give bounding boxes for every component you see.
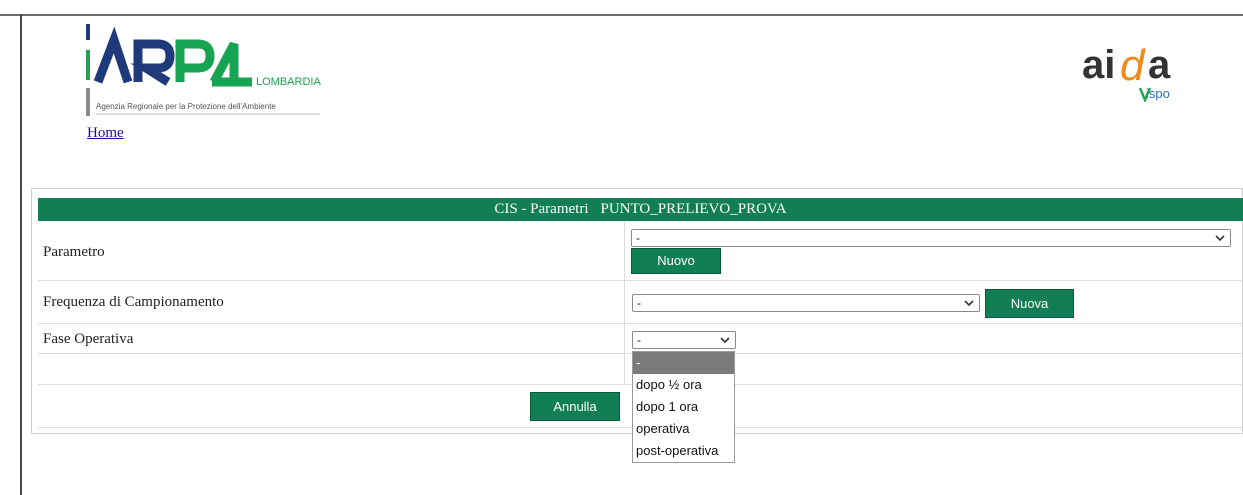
window-top-edge <box>0 0 1243 16</box>
parametro-label: Parametro <box>43 244 105 260</box>
dropdown-option[interactable]: dopo 1 ora <box>633 396 734 418</box>
arpa-region-text: LOMBARDIA <box>256 76 321 88</box>
row-divider <box>38 280 1243 281</box>
svg-text:d: d <box>1120 41 1146 90</box>
window-left-edge <box>20 14 22 495</box>
panel-header: CIS - Parametri PUNTO_PRELIEVO_PROVA <box>38 198 1243 221</box>
chevron-down-icon <box>1215 235 1225 242</box>
dropdown-option[interactable]: dopo ½ ora <box>633 374 734 396</box>
parametro-select[interactable]: - <box>631 229 1231 247</box>
row-divider <box>38 323 1243 324</box>
parametro-select-value: - <box>636 231 640 245</box>
annulla-button[interactable]: Annulla <box>530 392 620 421</box>
dropdown-option[interactable]: operativa <box>633 418 734 440</box>
panel-title-prefix: CIS - Parametri <box>494 201 589 217</box>
chevron-down-icon <box>720 337 730 344</box>
fase-select-value: - <box>637 333 641 347</box>
nuovo-parametro-button[interactable]: Nuovo <box>631 248 721 274</box>
chevron-down-icon <box>964 300 974 307</box>
aida-logo: ai d a ispo <box>1082 41 1171 102</box>
fase-operativa-label: Fase Operativa <box>43 331 134 347</box>
panel-title-point: PUNTO_PRELIEVO_PROVA <box>600 201 787 217</box>
frequenza-select[interactable]: - <box>632 294 980 312</box>
dropdown-option[interactable]: - <box>633 352 734 374</box>
frequenza-select-value: - <box>637 296 641 310</box>
fase-operativa-select[interactable]: - <box>632 331 736 349</box>
column-divider <box>624 221 625 384</box>
svg-text:a: a <box>1148 43 1171 87</box>
frequenza-label: Frequenza di Campionamento <box>43 294 224 310</box>
arpa-subtitle-text: Agenzia Regionale per la Protezione dell… <box>96 102 276 111</box>
arpa-lombardia-logo: LOMBARDIA Agenzia Regionale per la Prote… <box>86 24 321 116</box>
dropdown-option[interactable]: post-operativa <box>633 440 734 462</box>
nuova-frequenza-button[interactable]: Nuova <box>985 289 1074 318</box>
svg-text:ai: ai <box>1082 43 1115 87</box>
fase-operativa-dropdown-list: - dopo ½ ora dopo 1 ora operativa post-o… <box>632 351 735 463</box>
home-link[interactable]: Home <box>87 125 124 142</box>
